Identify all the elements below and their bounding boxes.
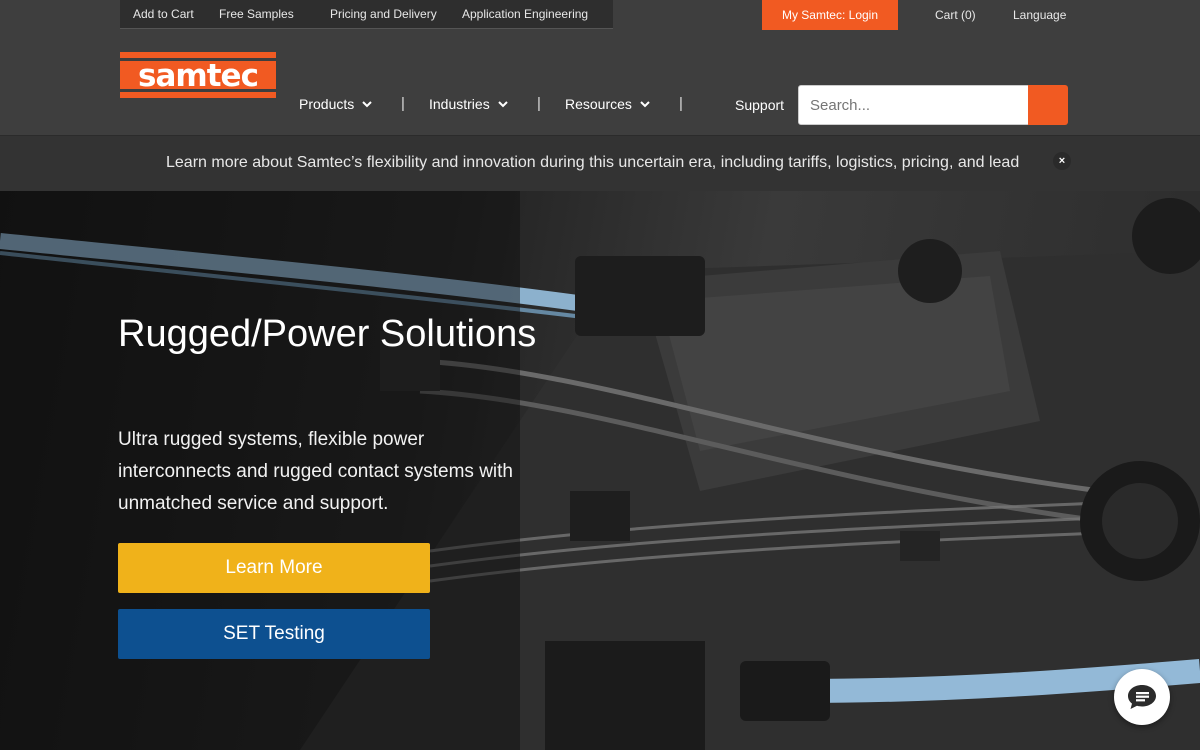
chevron-down-icon: [362, 101, 372, 108]
logo-wordmark: samtec: [138, 58, 258, 94]
set-testing-button[interactable]: SET Testing: [118, 609, 430, 659]
nav-resources[interactable]: Resources: [565, 96, 652, 112]
chevron-down-icon: [640, 101, 650, 108]
notice-banner: Learn more about Samtec’s flexibility an…: [0, 135, 1200, 191]
chevron-down-icon: [497, 101, 508, 108]
notice-text[interactable]: Learn more about Samtec’s flexibility an…: [166, 154, 1019, 172]
chat-icon: [1128, 685, 1156, 709]
application-engineering-link[interactable]: Application Engineering: [462, 7, 588, 21]
free-samples-link[interactable]: Free Samples: [219, 7, 294, 21]
search-button[interactable]: [1028, 85, 1068, 125]
search-input[interactable]: [798, 85, 1029, 125]
nav-products[interactable]: Products: [299, 96, 374, 112]
nav-industries[interactable]: Industries: [429, 96, 510, 112]
language-selector[interactable]: Language: [1013, 8, 1066, 22]
login-button[interactable]: My Samtec: Login: [762, 0, 898, 30]
hero-banner: Rugged/Power Solutions Ultra rugged syst…: [0, 191, 1200, 750]
nav-separator: |: [679, 95, 683, 112]
nav-support[interactable]: Support: [735, 97, 784, 113]
hero-subtitle: Ultra rugged systems, flexible power int…: [118, 429, 513, 514]
nav-support-label: Support: [735, 97, 785, 113]
utility-bar: Add to Cart Free Samples Pricing and Del…: [0, 0, 1200, 30]
close-icon[interactable]: ×: [1053, 152, 1071, 170]
nav-separator: |: [537, 95, 541, 112]
hero-title: Rugged/Power Solutions: [118, 313, 537, 355]
chat-button[interactable]: [1114, 669, 1170, 725]
utility-links: Add to Cart Free Samples Pricing and Del…: [120, 0, 613, 29]
nav-separator: |: [401, 95, 405, 112]
pricing-delivery-link[interactable]: Pricing and Delivery: [330, 7, 437, 21]
add-to-cart-link[interactable]: Add to Cart: [133, 7, 194, 21]
learn-more-button[interactable]: Learn More: [118, 543, 430, 593]
nav-products-label: Products: [299, 96, 355, 112]
nav-industries-label: Industries: [429, 96, 490, 112]
samtec-logo[interactable]: samtec: [120, 52, 276, 98]
cart-link[interactable]: Cart (0): [935, 8, 976, 22]
nav-resources-label: Resources: [565, 96, 632, 112]
